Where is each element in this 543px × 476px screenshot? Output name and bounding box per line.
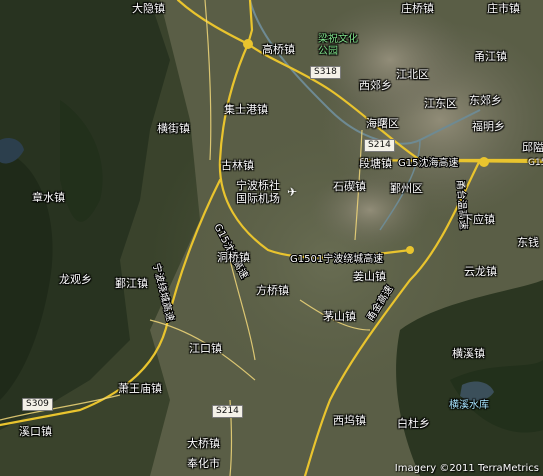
place-airport[interactable]: 宁波栎社 国际机场 bbox=[236, 179, 280, 205]
place-duantang[interactable]: 段塘镇 bbox=[359, 157, 392, 170]
place-dongjiao[interactable]: 东郊乡 bbox=[469, 94, 502, 107]
place-zhuangshi[interactable]: 庄市镇 bbox=[487, 2, 520, 15]
place-qiu[interactable]: 邱隘 bbox=[522, 141, 543, 154]
place-jiangdong[interactable]: 江东区 bbox=[424, 97, 457, 110]
place-shiqi[interactable]: 石碶镇 bbox=[333, 180, 366, 193]
imagery-credit: Imagery ©2011 TerraMetrics bbox=[394, 463, 539, 474]
place-yunlong[interactable]: 云龙镇 bbox=[464, 265, 497, 278]
place-xiaying[interactable]: 下应镇 bbox=[462, 213, 495, 226]
place-dongqian[interactable]: 东钱 bbox=[517, 236, 539, 249]
place-xijiao[interactable]: 西郊乡 bbox=[359, 79, 392, 92]
place-jiangshan[interactable]: 姜山镇 bbox=[353, 270, 386, 283]
place-yongjiang[interactable]: 甬江镇 bbox=[474, 50, 507, 63]
s309-shield: S309 bbox=[22, 398, 53, 411]
place-fuming[interactable]: 福明乡 bbox=[472, 120, 505, 133]
place-fenghua[interactable]: 奉化市 bbox=[187, 457, 220, 470]
place-zhangshui[interactable]: 章水镇 bbox=[32, 191, 65, 204]
place-jiangkou[interactable]: 江口镇 bbox=[189, 342, 222, 355]
highway-g15-east-label: G15沈海高速 bbox=[398, 156, 458, 169]
place-longguan[interactable]: 龙观乡 bbox=[59, 273, 92, 286]
place-hengjie[interactable]: 横街镇 bbox=[157, 122, 190, 135]
place-xiwu[interactable]: 西坞镇 bbox=[333, 414, 366, 427]
place-baidu[interactable]: 白杜乡 bbox=[397, 417, 430, 430]
place-haishu[interactable]: 海曙区 bbox=[366, 117, 399, 130]
airplane-icon: ✈ bbox=[287, 185, 298, 199]
highway-yongjin-label: 甬金高速 bbox=[364, 283, 396, 324]
place-dongqiao[interactable]: 洞桥镇 bbox=[217, 251, 250, 264]
place-gaoqiao[interactable]: 高桥镇 bbox=[262, 43, 295, 56]
place-daqiao[interactable]: 大桥镇 bbox=[187, 437, 220, 450]
place-zhuangqiao[interactable]: 庄桥镇 bbox=[401, 2, 434, 15]
s318-shield: S318 bbox=[310, 66, 341, 79]
s214-top-shield: S214 bbox=[364, 139, 395, 152]
place-gulin[interactable]: 古林镇 bbox=[221, 159, 254, 172]
g15-shield: G15 bbox=[528, 158, 543, 168]
highway-g1501-label: G1501宁波绕城高速 bbox=[290, 252, 383, 265]
place-hengxi[interactable]: 横溪镇 bbox=[452, 347, 485, 360]
satellite-map[interactable]: G15沈海高速 G1501宁波绕城高速 G15沈海高速 甬台温高速 宁波绕城高速… bbox=[0, 0, 543, 476]
place-jishigang[interactable]: 集士港镇 bbox=[224, 103, 268, 116]
place-xikou[interactable]: 溪口镇 bbox=[19, 425, 52, 438]
place-yinjiang[interactable]: 鄞江镇 bbox=[115, 277, 148, 290]
place-hengxi-reservoir[interactable]: 横溪水库 bbox=[449, 399, 489, 412]
place-maoshan[interactable]: 茅山镇 bbox=[323, 310, 356, 323]
place-xiaowangmiao[interactable]: 萧王庙镇 bbox=[118, 382, 162, 395]
place-jiangbei[interactable]: 江北区 bbox=[396, 68, 429, 81]
place-dayin[interactable]: 大隐镇 bbox=[132, 2, 165, 15]
park-liangzhu: 梁祝文化 公园 bbox=[318, 34, 358, 57]
highway-ningbo-w-label: 宁波绕城高速 bbox=[150, 262, 177, 323]
s214-bottom-shield: S214 bbox=[212, 405, 243, 418]
place-yinzhou[interactable]: 鄞州区 bbox=[390, 182, 423, 195]
place-fangqiao[interactable]: 方桥镇 bbox=[256, 284, 289, 297]
